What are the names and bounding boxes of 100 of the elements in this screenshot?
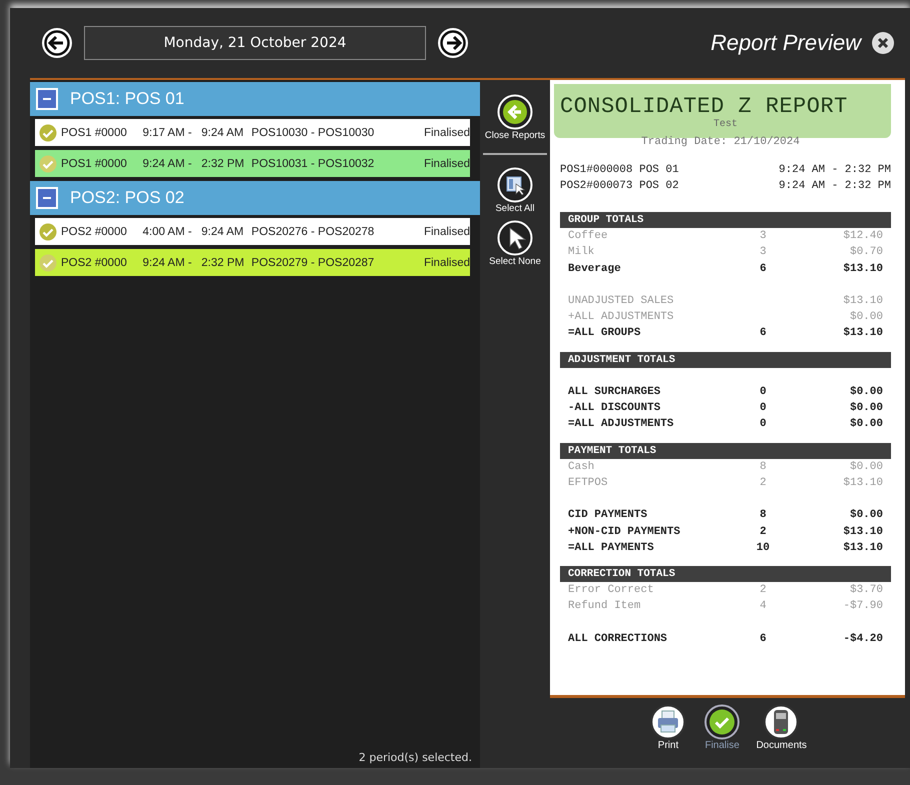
line-amount: $0.00 bbox=[848, 460, 883, 475]
previous-day-button[interactable] bbox=[40, 26, 74, 60]
time-range-text: 9:24 AM - 2:32 PM bbox=[142, 158, 246, 170]
status-text: Finalised bbox=[422, 158, 470, 170]
till-text: POS2 #0000 bbox=[61, 226, 128, 238]
line-count: 2 bbox=[758, 524, 768, 540]
line-amount: -$4.20 bbox=[842, 632, 883, 647]
line-amount: $13.10 bbox=[842, 294, 883, 309]
period-time-text: 9:24 AM - 2:32 PM bbox=[778, 163, 891, 178]
group-title: POS2: POS 02 bbox=[70, 188, 184, 208]
line-label: ALL CORRECTIONS bbox=[568, 632, 668, 647]
tool-button[interactable]: Close Reports bbox=[484, 94, 546, 141]
line-amount: $0.00 bbox=[848, 508, 883, 524]
check-icon bbox=[39, 254, 57, 272]
line-label: =ALL PAYMENTS bbox=[568, 540, 655, 556]
receipt-range-text: POS10031 - POS10032 bbox=[251, 158, 376, 170]
check-icon bbox=[39, 222, 57, 240]
till-text: POS1 #0000 bbox=[61, 158, 128, 170]
line-count: 3 bbox=[758, 245, 768, 260]
line-label: Refund Item bbox=[568, 599, 642, 614]
period-name-text: POS1#000008 POS 01 bbox=[560, 163, 679, 178]
line-label: Cash bbox=[568, 460, 596, 475]
section-heading: PAYMENT TOTALS bbox=[560, 442, 891, 459]
time-range-text: 9:17 AM - 9:24 AM bbox=[142, 126, 245, 138]
window-title: Report Preview bbox=[710, 30, 861, 56]
collapse-toggle[interactable] bbox=[36, 187, 58, 209]
status-text: Finalised bbox=[422, 126, 470, 138]
line-label: EFTPOS bbox=[568, 476, 609, 491]
line-amount: $0.00 bbox=[848, 401, 883, 416]
line-count: 0 bbox=[758, 384, 768, 400]
tool-button[interactable]: Select All bbox=[495, 167, 535, 214]
line-count: 6 bbox=[758, 262, 768, 277]
collapse-toggle[interactable] bbox=[36, 88, 58, 110]
line-label: Coffee bbox=[568, 229, 609, 244]
line-amount: $0.00 bbox=[848, 310, 883, 326]
checkmark-icon bbox=[704, 704, 740, 740]
line-amount: $12.40 bbox=[842, 229, 883, 244]
line-amount: $13.10 bbox=[842, 326, 883, 342]
report-title: CONSOLIDATED Z REPORT bbox=[560, 94, 849, 119]
line-amount: $3.70 bbox=[848, 583, 883, 598]
period-row[interactable]: POS2 #0000 9:24 AM - 2:32 PM POS20279 - POS20287 Finalised bbox=[35, 249, 470, 276]
period-name-text: POS2#000073 POS 02 bbox=[560, 179, 679, 194]
period-time-text: 9:24 AM - 2:32 PM bbox=[778, 179, 891, 194]
trading-date-text: Trading Date: 21/10/2024 bbox=[640, 136, 801, 148]
line-count: 8 bbox=[758, 508, 768, 524]
receipt-range-text: POS20279 - POS20287 bbox=[251, 256, 376, 268]
time-range-text: 9:24 AM - 2:32 PM bbox=[142, 256, 246, 268]
line-count: 6 bbox=[758, 326, 768, 342]
next-day-button[interactable] bbox=[436, 26, 470, 60]
line-amount: $13.10 bbox=[842, 540, 883, 556]
line-label: Beverage bbox=[568, 262, 622, 277]
cursor-icon bbox=[496, 220, 533, 256]
line-amount: $0.00 bbox=[848, 417, 883, 432]
window-cursor-icon bbox=[496, 167, 533, 203]
line-label: UNADJUSTED SALES bbox=[568, 294, 675, 309]
line-amount: $0.70 bbox=[848, 245, 883, 260]
line-amount: $13.10 bbox=[842, 262, 883, 277]
line-count: 0 bbox=[758, 417, 768, 432]
line-label: =ALL ADJUSTMENTS bbox=[568, 417, 675, 432]
line-count: 8 bbox=[758, 460, 768, 475]
tool-button[interactable]: Select None bbox=[489, 220, 541, 267]
section-heading: GROUP TOTALS bbox=[560, 212, 891, 228]
check-icon bbox=[39, 154, 57, 172]
report-subtitle: Test bbox=[712, 119, 738, 131]
check-icon bbox=[39, 124, 57, 142]
line-label: Milk bbox=[568, 245, 596, 260]
receipt-range-text: POS20276 - POS20278 bbox=[251, 226, 376, 238]
receipt-range-text: POS10030 - POS10030 bbox=[251, 126, 376, 138]
section-heading: ADJUSTMENT TOTALS bbox=[560, 352, 891, 368]
line-label: CID PAYMENTS bbox=[568, 508, 648, 524]
date-field[interactable]: Monday, 21 October 2024 bbox=[84, 26, 426, 60]
till-text: POS2 #0000 bbox=[61, 256, 128, 268]
time-range-text: 4:00 AM - 9:24 AM bbox=[142, 226, 245, 238]
close-button[interactable] bbox=[871, 31, 895, 55]
period-row[interactable]: POS1 #0000 9:17 AM - 9:24 AM POS10030 - POS10030 Finalised bbox=[35, 119, 470, 146]
line-count: 4 bbox=[758, 599, 768, 614]
line-count: 2 bbox=[758, 476, 768, 491]
line-amount: -$7.90 bbox=[842, 599, 883, 614]
period-row[interactable]: POS2 #0000 4:00 AM - 9:24 AM POS20276 - POS20278 Finalised bbox=[35, 218, 470, 245]
status-text: Finalised bbox=[422, 226, 470, 238]
line-count: 2 bbox=[758, 583, 768, 598]
line-amount: $0.00 bbox=[848, 384, 883, 400]
line-label: Error Correct bbox=[568, 583, 655, 598]
period-row[interactable]: POS1 #0000 9:24 AM - 2:32 PM POS10031 - POS10032 Finalised bbox=[35, 150, 470, 177]
documents-button[interactable]: Documents bbox=[756, 704, 807, 751]
line-count: 3 bbox=[758, 229, 768, 244]
group-title: POS1: POS 01 bbox=[70, 89, 184, 109]
line-label: =ALL GROUPS bbox=[568, 326, 642, 342]
print-button[interactable]: Print bbox=[648, 704, 688, 751]
section-heading: CORRECTION TOTALS bbox=[560, 566, 891, 582]
line-count: 6 bbox=[758, 632, 768, 647]
line-label: +ALL ADJUSTMENTS bbox=[568, 310, 675, 326]
line-amount: $13.10 bbox=[842, 476, 883, 491]
selection-count-text: 2 period(s) selected. bbox=[358, 751, 473, 766]
line-count: 10 bbox=[755, 540, 771, 556]
till-text: POS1 #0000 bbox=[61, 126, 128, 138]
line-count: 0 bbox=[758, 401, 768, 416]
card-terminal-icon bbox=[763, 704, 800, 740]
line-amount: $13.10 bbox=[842, 524, 883, 540]
line-label: +NON-CID PAYMENTS bbox=[568, 524, 682, 540]
